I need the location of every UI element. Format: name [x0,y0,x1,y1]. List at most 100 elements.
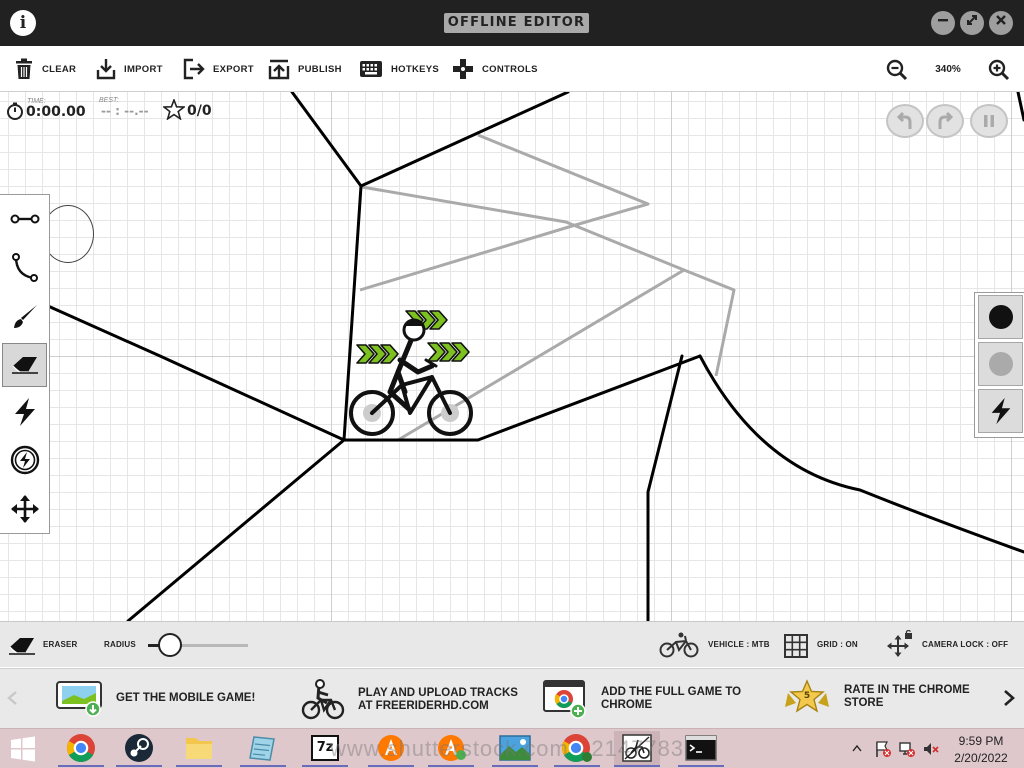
controls-label: CONTROLS [482,63,538,75]
zoom-in-icon [988,59,1010,81]
camera-move-tool[interactable] [2,487,47,531]
best-label: BEST: [99,97,119,104]
rating-badge-number: 5 [803,691,811,701]
radius-label: RADIUS [104,640,136,649]
promo-bar: GET THE MOBILE GAME! PLAY AND UPLOAD TRA… [0,668,1024,728]
promo-mobile-game[interactable]: GET THE MOBILE GAME! [56,679,255,717]
promo-rate-store[interactable]: 5 RATE IN THE CHROME STORE [782,679,970,715]
black-dot-icon [988,305,1013,329]
stopwatch-icon [7,102,23,120]
radius-slider-knob[interactable] [158,633,182,657]
window-title: OFFLINE EDITOR [444,13,589,33]
chevron-left-icon[interactable] [6,690,18,706]
status-bar: ERASER RADIUS VEHICLE : MTB GRID : ON CA… [0,621,1024,667]
windows-logo-icon [11,736,35,762]
vehicle-label[interactable]: VEHICLE : MTB [708,640,770,649]
scenery-lines [359,133,736,442]
publish-button[interactable]: PUBLISH [268,56,342,82]
keyboard-icon [360,61,382,77]
steam-icon [125,734,153,762]
taskbar-steam[interactable] [116,731,162,767]
info-icon[interactable]: i [10,10,36,36]
export-button[interactable]: EXPORT [183,56,254,82]
line-type-panel [974,292,1024,438]
volume-muted-icon[interactable] [922,740,940,758]
undo-button[interactable] [886,104,924,138]
gray-dot-icon [988,352,1013,376]
brush-tool[interactable] [2,295,47,339]
publish-icon [268,59,290,80]
tool-panel [0,194,50,534]
taskbar-command-prompt[interactable] [678,731,724,767]
grid-label[interactable]: GRID : ON [817,640,858,649]
clock-time[interactable]: 9:59 PM [946,734,1016,748]
terminal-icon [685,735,717,761]
eraser-icon [11,357,38,374]
undo-icon [896,111,912,129]
hotkeys-button[interactable]: HOTKEYS [359,56,439,82]
redo-icon [938,111,954,129]
curve-icon [11,253,38,282]
camera-lock-icon [887,630,912,657]
export-label: EXPORT [213,63,254,75]
taskbar-file-explorer[interactable] [176,731,222,767]
title-bar: i OFFLINE EDITOR [0,0,1024,46]
clock-date[interactable]: 2/20/2022 [946,751,1016,765]
current-tool-label: ERASER [43,640,78,649]
track-canvas[interactable]: TIME: 0:00.00 BEST: -- : --.-- 0/0 [0,92,1024,621]
star-icon [163,99,185,120]
publish-label: PUBLISH [298,63,342,75]
redo-button[interactable] [926,104,964,138]
promo-mobile-text: GET THE MOBILE GAME! [116,691,256,704]
network-icon[interactable] [898,740,916,758]
track-drawing [46,92,1024,621]
straight-line-tool[interactable] [2,197,47,241]
zoom-in-button[interactable] [988,59,1010,81]
minimize-button[interactable] [931,11,955,35]
pause-button[interactable] [970,104,1008,138]
curve-tool[interactable] [2,246,47,290]
taskbar-notes[interactable] [240,731,286,767]
zoom-out-icon [886,59,908,81]
folder-icon [186,738,212,759]
pause-icon [984,115,994,127]
dpad-icon [453,59,473,79]
clear-button[interactable]: CLEAR [14,56,76,82]
grid-icon [784,634,808,658]
rider-bike [349,310,473,436]
action-center-flag-icon[interactable] [874,740,892,758]
stars-count: 0/0 [187,103,212,119]
move-arrows-icon [10,495,39,523]
zoom-out-button[interactable] [886,59,908,81]
rating-badge: 5 [782,679,832,715]
chrome-icon [67,734,95,762]
powerup-line-button[interactable] [978,389,1023,433]
chrome-add-icon [543,680,586,719]
clear-label: CLEAR [42,63,77,75]
bike-icon [659,632,699,658]
close-button[interactable] [989,11,1013,35]
brush-icon [13,305,37,328]
promo-upload-text: PLAY AND UPLOAD TRACKS AT FREERIDERHD.CO… [358,687,518,712]
scenery-line-button[interactable] [978,342,1023,386]
eraser-tool[interactable] [2,343,47,387]
chevron-right-icon[interactable] [1002,689,1016,707]
notepad-icon [249,736,275,761]
import-button[interactable]: IMPORT [96,56,163,82]
controls-button[interactable]: CONTROLS [452,56,538,82]
powerup-tool[interactable] [2,390,47,434]
camera-lock-label[interactable]: CAMERA LOCK : OFF [922,640,1008,649]
promo-chrome-game[interactable]: ADD THE FULL GAME TO CHROME [543,679,741,719]
physics-line-button[interactable] [978,295,1023,339]
maximize-button[interactable] [960,11,984,35]
special-powerup-tool[interactable] [2,438,47,482]
taskbar-chrome[interactable] [58,731,104,767]
editor-toolbar: CLEAR IMPORT EXPORT PUBLISH HOTKEYS CONT… [0,46,1024,92]
tray-overflow-chevron-icon[interactable] [852,744,862,752]
promo-upload-tracks[interactable]: PLAY AND UPLOAD TRACKS AT FREERIDERHD.CO… [300,679,518,721]
promo-rate-text: RATE IN THE CHROME STORE [844,684,970,709]
watermark-text: www.shutterstock.com · 2147783 [330,736,685,761]
hud: TIME: 0:00.00 BEST: -- : --.-- 0/0 [4,96,224,122]
start-button[interactable] [0,731,46,767]
trash-icon [16,58,32,79]
